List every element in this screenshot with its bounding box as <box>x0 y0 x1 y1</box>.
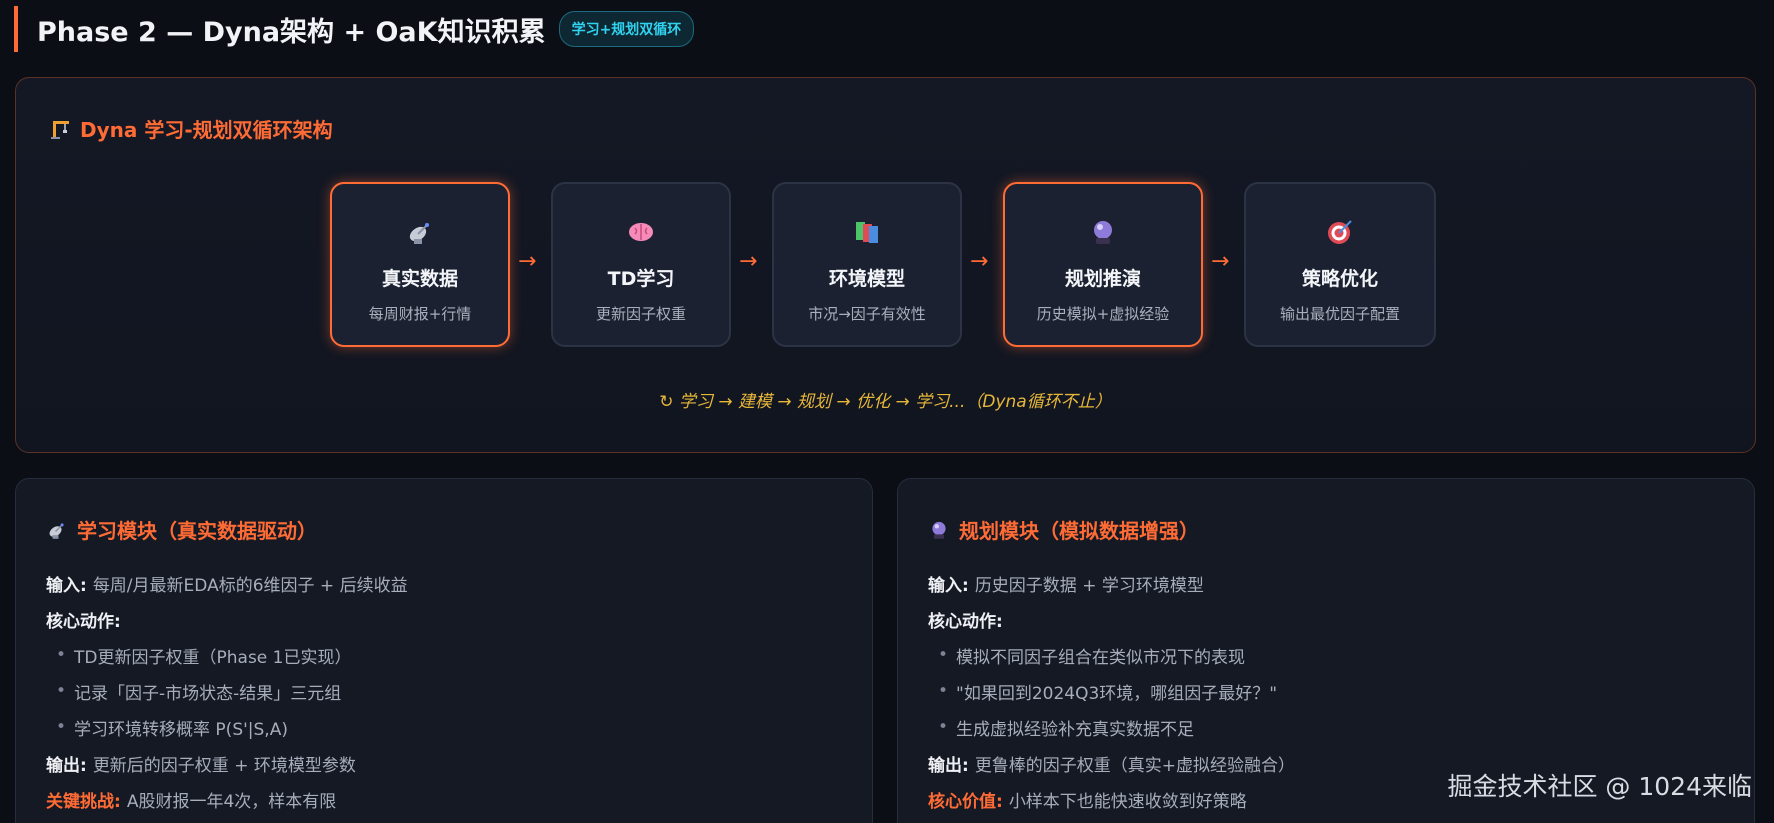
module-title-text: 学习模块（真实数据驱动） <box>77 519 317 543</box>
books-icon <box>852 217 882 247</box>
node-subtitle: 输出最优因子配置 <box>1279 305 1400 323</box>
cycle-note: ↻ 学习 → 建模 → 规划 → 优化 → 学习...（Dyna循环不止） <box>659 392 1112 412</box>
core-action-row: 核心动作: <box>46 601 852 637</box>
flow-arrow: → <box>518 249 537 274</box>
output-text: 更新后的因子权重 + 环境模型参数 <box>92 755 356 776</box>
output-label: 输出: <box>928 755 969 776</box>
input-row: 输入: 历史因子数据 + 学习环境模型 <box>928 565 1734 601</box>
input-text: 历史因子数据 + 学习环境模型 <box>974 575 1204 596</box>
bullet-item: 学习环境转移概率 P(S'|S,A) <box>46 709 852 745</box>
module-body: 输入: 每周/月最新EDA标的6维因子 + 后续收益 核心动作: TD更新因子权… <box>46 565 852 817</box>
input-label: 输入: <box>46 575 87 596</box>
phase-header: Phase 2 — Dyna架构 + OaK知识积累 学习+规划双循环 <box>14 6 695 52</box>
bullet-item: TD更新因子权重（Phase 1已实现） <box>46 637 852 673</box>
watermark: 掘金技术社区 @ 1024来临 <box>1447 772 1752 801</box>
value-label: 核心价值: <box>928 791 1003 812</box>
output-text: 更鲁棒的因子权重（真实+虚拟经验融合） <box>974 755 1296 776</box>
module-title: 学习模块（真实数据驱动） <box>46 515 317 544</box>
module-title-text: 规划模块（模拟数据增强） <box>959 519 1199 543</box>
flow-node-strategy-optimization: 策略优化 输出最优因子配置 <box>1244 182 1436 347</box>
construction-crane-icon <box>50 118 72 140</box>
satellite-dish-icon <box>405 217 435 247</box>
node-subtitle: 更新因子权重 <box>595 305 686 323</box>
flow-node-real-data: 真实数据 每周财报+行情 <box>330 182 510 347</box>
input-label: 输入: <box>928 575 969 596</box>
crystal-ball-icon <box>1088 217 1118 247</box>
core-action-label: 核心动作: <box>46 611 121 632</box>
phase-badge: 学习+规划双循环 <box>558 11 695 47</box>
dyna-panel-title: Dyna 学习-规划双循环架构 <box>50 114 333 143</box>
challenge-text: A股财报一年4次，样本有限 <box>126 791 337 812</box>
crystal-ball-icon <box>928 519 950 541</box>
bullet-item: 生成虚拟经验补充真实数据不足 <box>928 709 1734 745</box>
target-icon <box>1325 217 1355 247</box>
output-row: 输出: 更新后的因子权重 + 环境模型参数 <box>46 745 852 781</box>
page-title: Phase 2 — Dyna架构 + OaK知识积累 <box>37 16 546 48</box>
flow-arrow: → <box>1211 249 1230 274</box>
node-title: TD学习 <box>607 268 675 290</box>
dyna-title-text: Dyna 学习-规划双循环架构 <box>80 118 333 142</box>
bullet-item: 记录「因子-市场状态-结果」三元组 <box>46 673 852 709</box>
node-title: 策略优化 <box>1301 268 1378 290</box>
node-subtitle: 市况→因子有效性 <box>808 305 926 323</box>
node-subtitle: 历史模拟+虚拟经验 <box>1036 305 1170 323</box>
node-title: 环境模型 <box>828 268 905 290</box>
flow-arrow: → <box>739 249 758 274</box>
core-action-label: 核心动作: <box>928 611 1003 632</box>
bullet-item: 模拟不同因子组合在类似市况下的表现 <box>928 637 1734 673</box>
value-text: 小样本下也能快速收敛到好策略 <box>1008 791 1247 812</box>
node-title: 规划推演 <box>1064 268 1141 290</box>
brain-icon <box>626 217 656 247</box>
learning-module-card: 学习模块（真实数据驱动） 输入: 每周/月最新EDA标的6维因子 + 后续收益 … <box>15 478 873 823</box>
output-label: 输出: <box>46 755 87 776</box>
dyna-flow: 真实数据 每周财报+行情 → TD学习 更新因子权重 → 环境模型 市况→因子有… <box>16 182 1755 347</box>
challenge-row: 关键挑战: A股财报一年4次，样本有限 <box>46 781 852 817</box>
satellite-dish-icon <box>46 519 68 541</box>
node-subtitle: 每周财报+行情 <box>368 305 472 323</box>
bullet-item: "如果回到2024Q3环境，哪组因子最好？" <box>928 673 1734 709</box>
input-text: 每周/月最新EDA标的6维因子 + 后续收益 <box>92 575 408 596</box>
flow-node-td-learning: TD学习 更新因子权重 <box>551 182 731 347</box>
node-title: 真实数据 <box>381 268 458 290</box>
core-action-row: 核心动作: <box>928 601 1734 637</box>
challenge-label: 关键挑战: <box>46 791 121 812</box>
module-title: 规划模块（模拟数据增强） <box>928 515 1199 544</box>
flow-arrow: → <box>970 249 989 274</box>
flow-node-environment-model: 环境模型 市况→因子有效性 <box>772 182 962 347</box>
input-row: 输入: 每周/月最新EDA标的6维因子 + 后续收益 <box>46 565 852 601</box>
dyna-architecture-panel: Dyna 学习-规划双循环架构 真实数据 每周财报+行情 → TD学习 更新因子… <box>15 77 1756 453</box>
flow-node-planning: 规划推演 历史模拟+虚拟经验 <box>1003 182 1203 347</box>
